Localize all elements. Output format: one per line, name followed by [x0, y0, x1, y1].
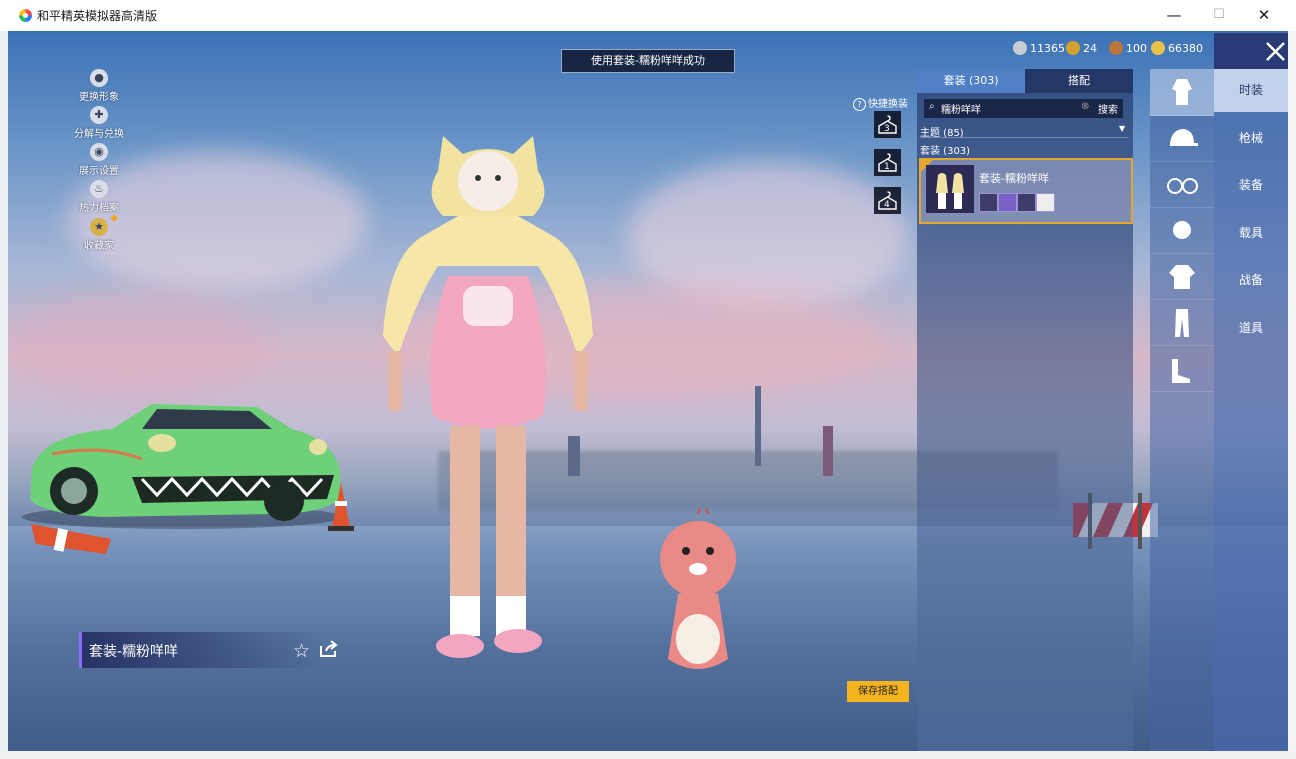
game-scene: 使用套装-糯粉咩咩成功 ● 更换形象 ✚ 分解与兑换 ◉ 展示设置 ♨ 热力档案… [8, 31, 1288, 751]
top-icon[interactable] [1150, 253, 1214, 300]
outfit-name-bar: 套装-糯粉咩咩 [79, 632, 322, 668]
shoes-icon[interactable] [1150, 345, 1214, 392]
category-column: 时装 枪械 装备 载具 战备 道具 [1214, 69, 1288, 751]
window-right-edge [1288, 31, 1296, 759]
search-icon: ⌕ [929, 101, 935, 112]
glasses-icon[interactable] [1150, 161, 1214, 208]
eye-icon: ◉ [90, 143, 108, 161]
currency-silver: 11365 [1013, 40, 1065, 58]
search-input[interactable]: 糯粉咩咩 [941, 101, 981, 116]
minimize-button[interactable]: — [1152, 3, 1196, 27]
person-icon: ● [90, 69, 108, 87]
search-button[interactable]: 搜索 [1098, 101, 1118, 116]
close-icon [1266, 42, 1285, 61]
tab-combos[interactable]: 搭配 [1025, 69, 1133, 93]
skyscraper [755, 386, 761, 466]
save-outfit-button[interactable]: 保存搭配 [847, 681, 909, 702]
left-menu-item-heat-archive[interactable]: ♨ 热力档案 [71, 180, 127, 214]
outfit-panel: 套装 (303) 搭配 ⌕ 糯粉咩咩 ⊗ 搜索 主题 (85) ▼ 套装 (30… [917, 69, 1133, 751]
window-title: 和平精英模拟器高清版 [37, 9, 158, 23]
skyscraper [823, 426, 833, 476]
left-menu-item-decompose[interactable]: ✚ 分解与兑换 [71, 106, 127, 140]
category-guns[interactable]: 枪械 [1214, 117, 1288, 160]
category-fashion[interactable]: 时装 [1214, 69, 1288, 112]
piece-icon [1017, 193, 1036, 212]
outfit-name: 套装-糯粉咩咩 [89, 644, 179, 660]
search-box[interactable]: ⌕ 糯粉咩咩 ⊗ 搜索 [924, 99, 1123, 118]
fallen-traffic-cone [31, 524, 111, 554]
currency-bronze: 100 [1109, 40, 1147, 58]
left-menu-item-display-settings[interactable]: ◉ 展示设置 [71, 143, 127, 177]
window-titlebar: 和平精英模拟器高清版 — ☐ ✕ [0, 0, 1296, 32]
pants-icon[interactable] [1150, 299, 1214, 346]
piece-icon [979, 193, 998, 212]
category-props[interactable]: 道具 [1214, 307, 1288, 350]
puzzle-icon: ✚ [90, 106, 108, 124]
collector-badge-icon: ★ [90, 218, 108, 236]
sky-cloud [8, 291, 268, 401]
face-icon[interactable] [1150, 207, 1214, 254]
category-battle-gear[interactable]: 战备 [1214, 259, 1288, 302]
outfit-icon[interactable] [1150, 69, 1214, 116]
currency-medal: 24 [1066, 40, 1097, 58]
clear-icon[interactable]: ⊗ [1081, 101, 1089, 112]
flame-icon: ♨ [90, 180, 108, 198]
tab-suits[interactable]: 套装 (303) [917, 69, 1025, 93]
close-screen-button[interactable] [1214, 33, 1288, 69]
quick-slot-3[interactable]: 3 [874, 111, 901, 138]
silver-coin-icon [1013, 41, 1027, 55]
suit-thumbnail [926, 165, 974, 213]
currency-gold: 66380 [1151, 40, 1203, 58]
beaver-pet [660, 509, 736, 669]
piece-icon [1036, 193, 1055, 212]
success-toast: 使用套装-糯粉咩咩成功 [561, 49, 735, 73]
gold-medal-icon [1066, 41, 1080, 55]
divider [920, 137, 1128, 138]
favorite-star-icon[interactable]: ☆ [293, 640, 310, 662]
suit-item-card[interactable]: 套装-糯粉咩咩 [919, 158, 1133, 224]
quick-change-label: ? 快捷换装 [853, 95, 908, 111]
left-menu-item-collector[interactable]: ★ 收藏家 [71, 218, 127, 252]
traffic-cone [328, 483, 354, 531]
window-left-edge [0, 31, 8, 759]
left-menu-item-change-avatar[interactable]: ● 更换形象 [71, 69, 127, 103]
window-bottom-edge [0, 751, 1296, 759]
slot-icon-column [1150, 69, 1214, 751]
bronze-coin-icon [1109, 41, 1123, 55]
gold-coin-icon [1151, 41, 1165, 55]
share-icon[interactable] [319, 640, 339, 658]
player-character [383, 136, 593, 658]
quick-slot-1[interactable]: 1 [874, 149, 901, 176]
notification-dot [111, 215, 117, 221]
maximize-button[interactable]: ☐ [1197, 3, 1241, 27]
piece-icon [998, 193, 1017, 212]
app-logo-icon [19, 9, 32, 22]
category-vehicles[interactable]: 载具 [1214, 212, 1288, 255]
suits-section-header: 套装 (303) [920, 146, 971, 157]
category-equipment[interactable]: 装备 [1214, 164, 1288, 207]
quick-slot-4[interactable]: 4 [874, 187, 901, 214]
close-window-button[interactable]: ✕ [1242, 3, 1286, 27]
suit-item-name: 套装-糯粉咩咩 [979, 172, 1049, 185]
help-icon[interactable]: ? [853, 98, 866, 111]
dropdown-arrow-icon[interactable]: ▼ [1119, 124, 1125, 133]
hat-icon[interactable] [1150, 115, 1214, 162]
